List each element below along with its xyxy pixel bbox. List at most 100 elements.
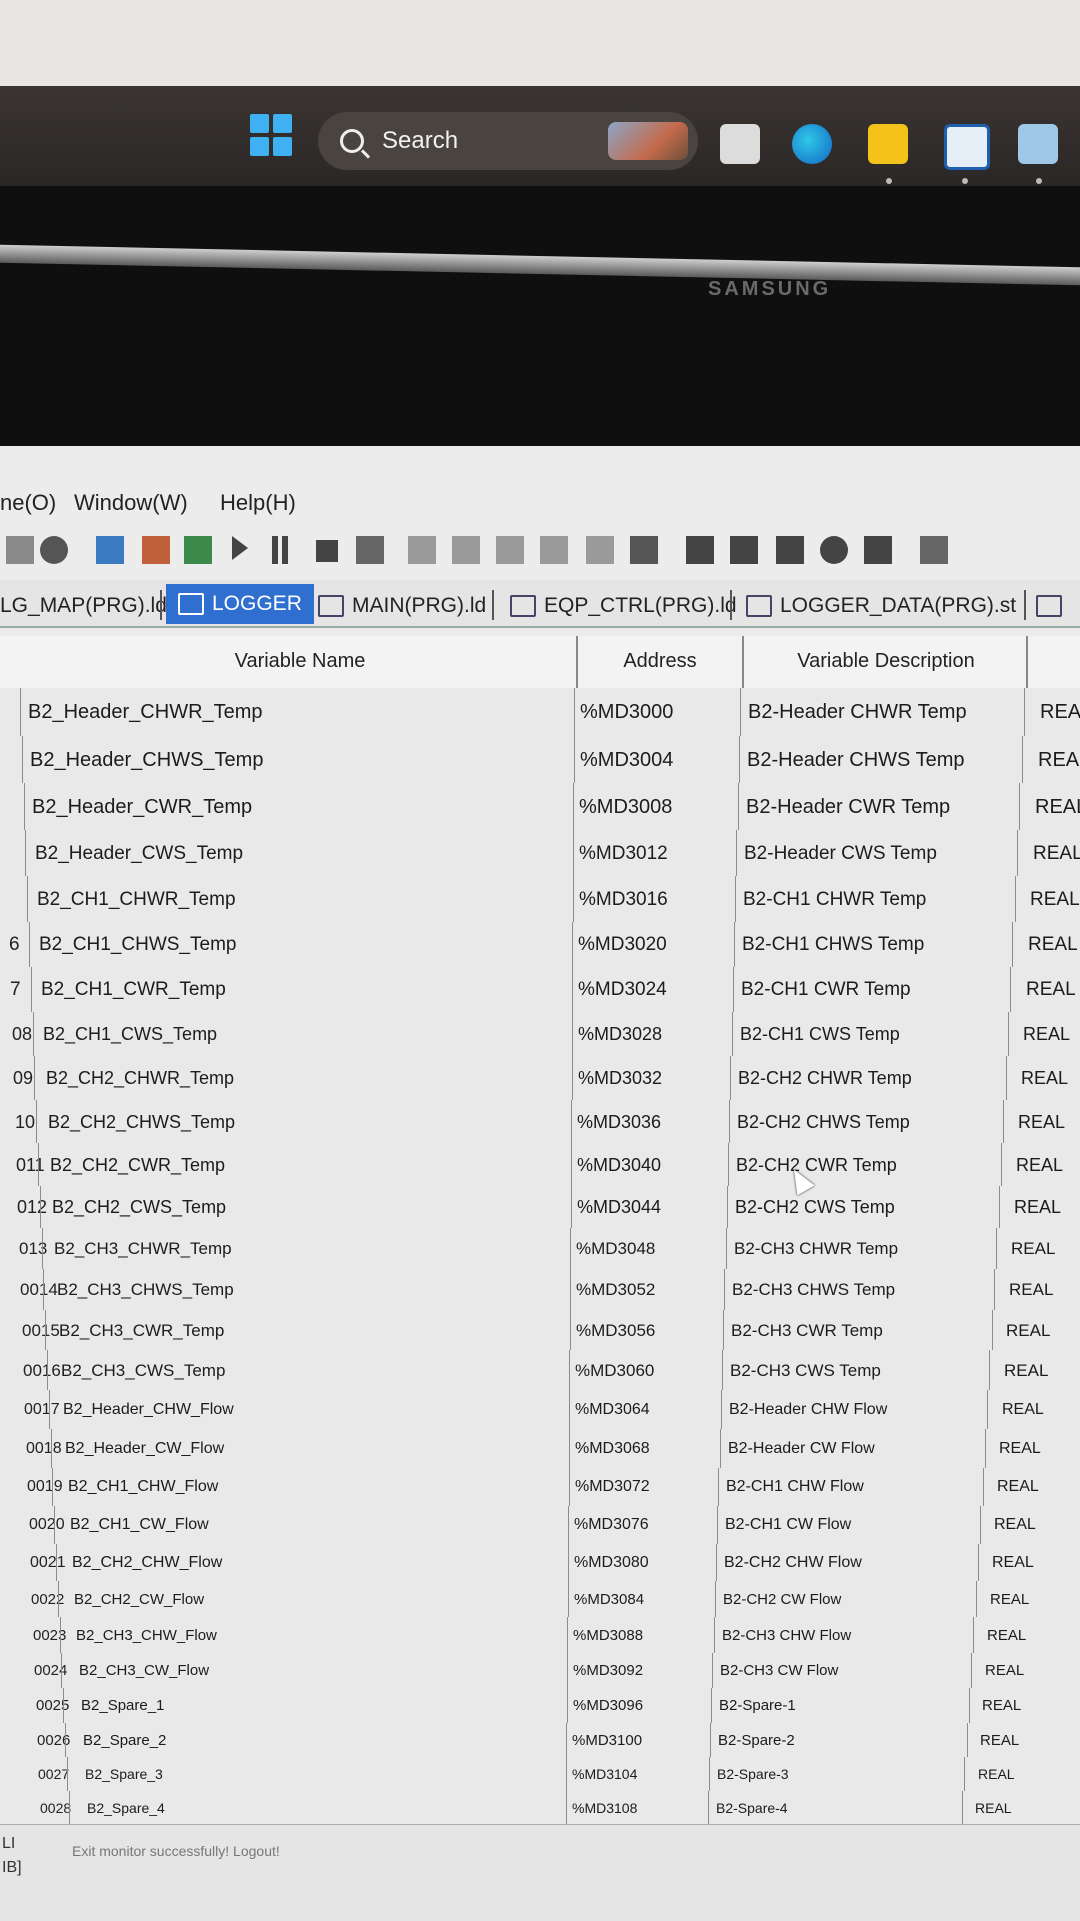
- address-cell: %MD3024: [578, 979, 667, 1000]
- table-row[interactable]: 6 B2_CH1_CHWS_Temp %MD3020 B2-CH1 CHWS Temp…: [0, 922, 1080, 968]
- run-icon[interactable]: [232, 536, 248, 560]
- window-icon[interactable]: [776, 536, 804, 564]
- step-icon[interactable]: [496, 536, 524, 564]
- monitor-tool-icon[interactable]: [96, 536, 124, 564]
- table-row[interactable]: B2_Header_CWR_Temp %MD3008 B2-Header CWR T…: [0, 783, 1080, 831]
- tab-logger[interactable]: LOGGER: [166, 584, 314, 624]
- table-row[interactable]: 0017 B2_Header_CHW_Flow %MD3064 B2-Header C…: [0, 1390, 1080, 1430]
- ladder-icon: [510, 595, 536, 617]
- column-divider: [572, 1012, 573, 1056]
- column-divider: [22, 736, 23, 783]
- bezel-edge: [0, 244, 1080, 286]
- step-icon[interactable]: [586, 536, 614, 564]
- tab-logger-data[interactable]: LOGGER_DATA(PRG).st: [746, 588, 1016, 624]
- column-divider: [45, 1310, 46, 1350]
- table-row[interactable]: 0024 B2_CH3_CW_Flow %MD3092 B2-CH3 CW Flow R…: [0, 1653, 1080, 1689]
- data-type-cell: REAL: [982, 1697, 1022, 1714]
- table-row[interactable]: 7 B2_CH1_CWR_Temp %MD3024 B2-CH1 CWR Temp RE…: [0, 967, 1080, 1013]
- tab-main[interactable]: MAIN(PRG).ld: [318, 588, 486, 624]
- table-row[interactable]: 0018 B2_Header_CW_Flow %MD3068 B2-Header CW…: [0, 1429, 1080, 1469]
- header-variable-name[interactable]: Variable Name: [20, 650, 580, 673]
- menu-item-window[interactable]: Window(W): [74, 490, 188, 516]
- table-row[interactable]: 0021 B2_CH2_CHW_Flow %MD3080 B2-CH2 CHW Flo…: [0, 1544, 1080, 1582]
- table-row[interactable]: 0025 B2_Spare_1 %MD3096 B2-Spare-1 REAL: [0, 1688, 1080, 1724]
- arrow-icon[interactable]: [630, 536, 658, 564]
- table-row[interactable]: 10 B2_CH2_CHWS_Temp %MD3036 B2-CH2 CHWS Tem…: [0, 1100, 1080, 1144]
- compile-icon[interactable]: [356, 536, 384, 564]
- table-row[interactable]: B2_Header_CHWS_Temp %MD3004 B2-Header CHWS…: [0, 736, 1080, 784]
- address-cell: %MD3080: [574, 1554, 649, 1571]
- table-row[interactable]: 0019 B2_CH1_CHW_Flow %MD3072 B2-CH1 CHW Flo…: [0, 1468, 1080, 1507]
- column-divider: [49, 1390, 50, 1429]
- download-tool-icon[interactable]: [142, 536, 170, 564]
- status-left-label: LI: [2, 1835, 16, 1852]
- step-icon[interactable]: [408, 536, 436, 564]
- display-icon[interactable]: [920, 536, 948, 564]
- upload-tool-icon[interactable]: [184, 536, 212, 564]
- table-row[interactable]: 0026 B2_Spare_2 %MD3100 B2-Spare-2 REAL: [0, 1723, 1080, 1758]
- monitor-app-icon[interactable]: [1018, 124, 1058, 164]
- table-row[interactable]: 013 B2_CH3_CHWR_Temp %MD3048 B2-CH3 CHWR Te…: [0, 1228, 1080, 1270]
- column-divider: [1017, 830, 1018, 876]
- tab-label: LOGGER_DATA(PRG).st: [780, 594, 1017, 617]
- table-row[interactable]: B2_CH1_CHWR_Temp %MD3016 B2-CH1 CHWR Temp R…: [0, 876, 1080, 923]
- column-divider: [567, 1653, 568, 1688]
- menu-item-help[interactable]: Help(H): [220, 490, 296, 516]
- windows-start-icon[interactable]: [250, 114, 292, 156]
- table-row[interactable]: 0015 B2_CH3_CWR_Temp %MD3056 B2-CH3 CWR Tem…: [0, 1310, 1080, 1351]
- window-icon[interactable]: [730, 536, 758, 564]
- table-row[interactable]: 0028 B2_Spare_4 %MD3108 B2-Spare-4 REAL: [0, 1791, 1080, 1825]
- window-icon[interactable]: [686, 536, 714, 564]
- data-type-cell: REAL: [994, 1516, 1036, 1533]
- table-row[interactable]: 011 B2_CH2_CWR_Temp %MD3040 B2-CH2 CWR Temp…: [0, 1143, 1080, 1187]
- column-divider: [33, 1012, 34, 1056]
- table-row[interactable]: 0023 B2_CH3_CHW_Flow %MD3088 B2-CH3 CHW Flo…: [0, 1617, 1080, 1654]
- search-tool-icon[interactable]: [40, 536, 68, 564]
- column-divider: [1022, 736, 1023, 783]
- tab-lg-map[interactable]: LG_MAP(PRG).ld: [0, 588, 167, 624]
- stop-icon[interactable]: [316, 540, 338, 562]
- table-row[interactable]: 09 B2_CH2_CHWR_Temp %MD3032 B2-CH2 CHWR Tem…: [0, 1056, 1080, 1101]
- ladder-icon: [318, 595, 344, 617]
- column-divider: [69, 1791, 70, 1824]
- column-divider: [27, 876, 28, 922]
- table-row[interactable]: 0020 B2_CH1_CW_Flow %MD3076 B2-CH1 CW Flow R…: [0, 1506, 1080, 1545]
- settings-icon[interactable]: [820, 536, 848, 564]
- running-indicator: [886, 178, 892, 184]
- running-indicator: [1036, 178, 1042, 184]
- table-row[interactable]: 08 B2_CH1_CWS_Temp %MD3028 B2-CH1 CWS Temp R…: [0, 1012, 1080, 1057]
- app-icon[interactable]: [944, 124, 990, 170]
- table-row[interactable]: 0027 B2_Spare_3 %MD3104 B2-Spare-3 REAL: [0, 1757, 1080, 1792]
- file-explorer-icon[interactable]: [868, 124, 908, 164]
- table-row[interactable]: 0022 B2_CH2_CW_Flow %MD3084 B2-CH2 CW Flow R…: [0, 1581, 1080, 1618]
- header-description[interactable]: Variable Description: [746, 650, 1026, 673]
- window-icon[interactable]: [864, 536, 892, 564]
- edge-icon[interactable]: [792, 124, 832, 164]
- task-view-icon[interactable]: [720, 124, 760, 164]
- column-divider: [980, 1506, 981, 1544]
- step-icon[interactable]: [452, 536, 480, 564]
- address-cell: %MD3096: [573, 1697, 644, 1714]
- table-row[interactable]: B2_Header_CHWR_Temp %MD3000 B2-Header CHWR…: [0, 688, 1080, 737]
- column-divider: [967, 1723, 968, 1757]
- column-divider: [63, 1688, 64, 1723]
- taskbar-search[interactable]: Search: [318, 112, 698, 170]
- step-icon[interactable]: [540, 536, 568, 564]
- header-address[interactable]: Address: [580, 650, 740, 673]
- row-number: 0023: [33, 1627, 67, 1644]
- menu-item-online[interactable]: ne(O): [0, 490, 56, 516]
- table-row[interactable]: B2_Header_CWS_Temp %MD3012 B2-Header CWS T…: [0, 830, 1080, 877]
- variable-name-cell: B2_Spare_3: [85, 1766, 163, 1782]
- tab-more[interactable]: [1036, 588, 1070, 624]
- tab-separator: [160, 590, 162, 620]
- ladder-icon: [1036, 595, 1062, 617]
- data-type-cell: REAL: [978, 1766, 1015, 1782]
- pause-icon[interactable]: [272, 536, 278, 564]
- column-divider: [969, 1688, 970, 1723]
- table-row[interactable]: 012 B2_CH2_CWS_Temp %MD3044 B2-CH2 CWS Temp…: [0, 1186, 1080, 1229]
- tab-eqp-ctrl[interactable]: EQP_CTRL(PRG).ld: [510, 588, 737, 624]
- table-row[interactable]: 0014 B2_CH3_CHWS_Temp %MD3052 B2-CH3 CHWS T…: [0, 1269, 1080, 1311]
- tool-icon[interactable]: [6, 536, 34, 564]
- table-row[interactable]: 0016 B2_CH3_CWS_Temp %MD3060 B2-CH3 CWS Tem…: [0, 1350, 1080, 1391]
- description-cell: B2-Header CHWR Temp: [748, 701, 967, 723]
